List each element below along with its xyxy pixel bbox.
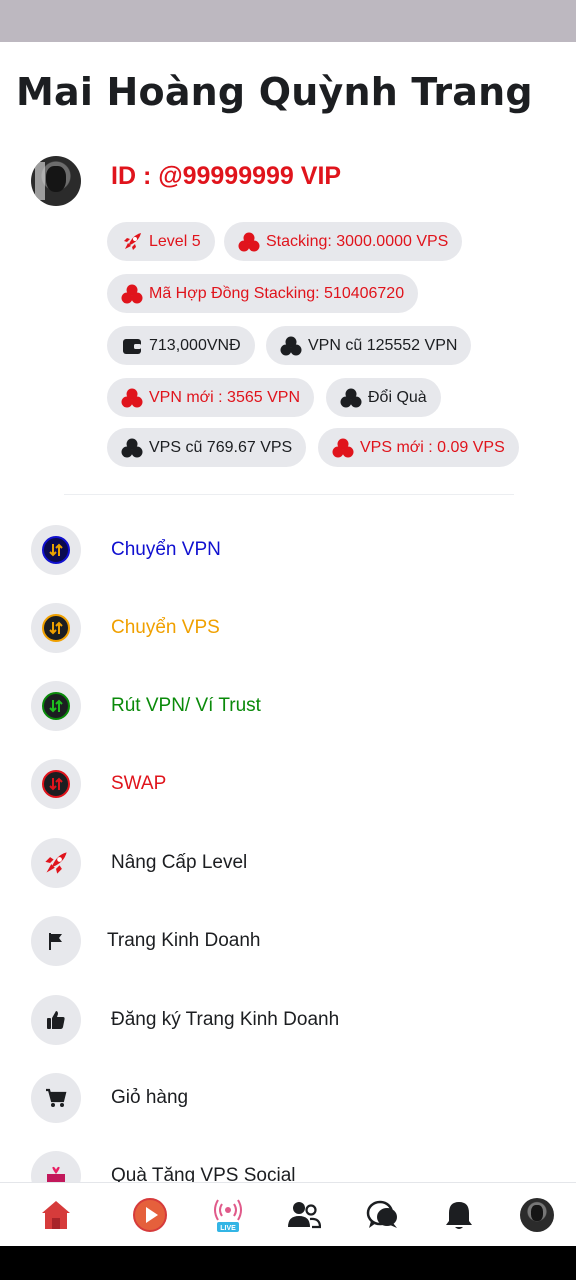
- rocket-icon: [31, 838, 81, 888]
- menu-label: Chuyển VPS: [111, 617, 220, 638]
- menu-item-register-business[interactable]: Đăng ký Trang Kinh Doanh: [0, 990, 576, 1050]
- chip-vps-old[interactable]: VPS cũ 769.67 VPS: [107, 428, 307, 467]
- coins-icon: [238, 231, 260, 253]
- thumbs-up-icon: [31, 995, 81, 1045]
- coins-icon: [121, 387, 143, 409]
- chip-label: Level 5: [149, 232, 201, 250]
- swap-icon: [31, 681, 81, 731]
- menu-label: Chuyển VPN: [111, 539, 221, 560]
- divider: [64, 494, 514, 495]
- menu-item-upgrade-level[interactable]: Nâng Cấp Level: [0, 833, 576, 893]
- home-icon[interactable]: [36, 1195, 76, 1235]
- chip-label: Mã Hợp Đồng Stacking: 510406720: [149, 284, 405, 302]
- swap-icon: [31, 759, 81, 809]
- cart-icon: [31, 1073, 81, 1123]
- chip-contract[interactable]: Mã Hợp Đồng Stacking: 510406720: [107, 274, 419, 313]
- coins-icon: [332, 437, 354, 459]
- profile-avatar[interactable]: [31, 156, 81, 206]
- chip-redeem-gift[interactable]: Đổi Quà: [326, 378, 441, 417]
- rocket-icon: [121, 231, 143, 253]
- chip-level[interactable]: Level 5: [107, 222, 215, 261]
- menu-label: SWAP: [111, 773, 167, 794]
- menu-label: Giỏ hàng: [111, 1087, 189, 1108]
- live-icon[interactable]: LIVE: [208, 1195, 248, 1235]
- chip-label: VPS mới : 0.09 VPS: [360, 438, 505, 456]
- status-bar: [0, 0, 576, 42]
- menu-label: Trang Kinh Doanh: [107, 930, 261, 951]
- coins-icon: [121, 437, 143, 459]
- bell-icon[interactable]: [439, 1195, 479, 1235]
- system-navigation-bar: [0, 1246, 576, 1280]
- wallet-icon: [121, 335, 143, 357]
- profile-avatar[interactable]: [517, 1195, 557, 1235]
- menu-label: Đăng ký Trang Kinh Doanh: [111, 1009, 340, 1030]
- chip-label: 713,000VNĐ: [149, 336, 241, 354]
- menu-item-transfer-vpn[interactable]: Chuyển VPN: [0, 520, 576, 580]
- chip-label: Đổi Quà: [368, 388, 427, 406]
- play-video-icon[interactable]: [130, 1195, 170, 1235]
- live-badge: LIVE: [220, 1225, 236, 1232]
- menu-item-business-page[interactable]: Trang Kinh Doanh: [0, 911, 576, 971]
- chip-stacking[interactable]: Stacking: 3000.0000 VPS: [224, 222, 463, 261]
- menu-label: Nâng Cấp Level: [111, 852, 248, 873]
- menu-item-withdraw-vpn[interactable]: Rút VPN/ Ví Trust: [0, 676, 576, 736]
- coins-icon: [121, 283, 143, 305]
- user-id: ID : @99999999 VIP: [111, 162, 342, 190]
- chat-icon[interactable]: [362, 1195, 402, 1235]
- flag-icon: [31, 916, 81, 966]
- chip-label: VPS cũ 769.67 VPS: [149, 438, 293, 456]
- chip-balance[interactable]: 713,000VNĐ: [107, 326, 255, 365]
- bottom-nav: LIVE: [0, 1182, 576, 1246]
- chip-vps-new[interactable]: VPS mới : 0.09 VPS: [318, 428, 519, 467]
- chip-label: Stacking: 3000.0000 VPS: [266, 232, 449, 250]
- coins-icon: [340, 387, 362, 409]
- swap-icon: [31, 525, 81, 575]
- coins-icon: [280, 335, 302, 357]
- chip-label: VPN cũ 125552 VPN: [308, 336, 458, 354]
- menu-item-transfer-vps[interactable]: Chuyển VPS: [0, 598, 576, 658]
- chip-label: VPN mới : 3565 VPN: [149, 388, 300, 406]
- menu-item-cart[interactable]: Giỏ hàng: [0, 1068, 576, 1128]
- friends-icon[interactable]: [284, 1195, 324, 1235]
- chip-vpn-new[interactable]: VPN mới : 3565 VPN: [107, 378, 314, 417]
- menu-item-swap[interactable]: SWAP: [0, 754, 576, 814]
- swap-icon: [31, 603, 81, 653]
- chip-vpn-old[interactable]: VPN cũ 125552 VPN: [266, 326, 472, 365]
- menu-label: Rút VPN/ Ví Trust: [111, 695, 261, 716]
- page-title: Mai Hoàng Quỳnh Trang: [16, 70, 533, 114]
